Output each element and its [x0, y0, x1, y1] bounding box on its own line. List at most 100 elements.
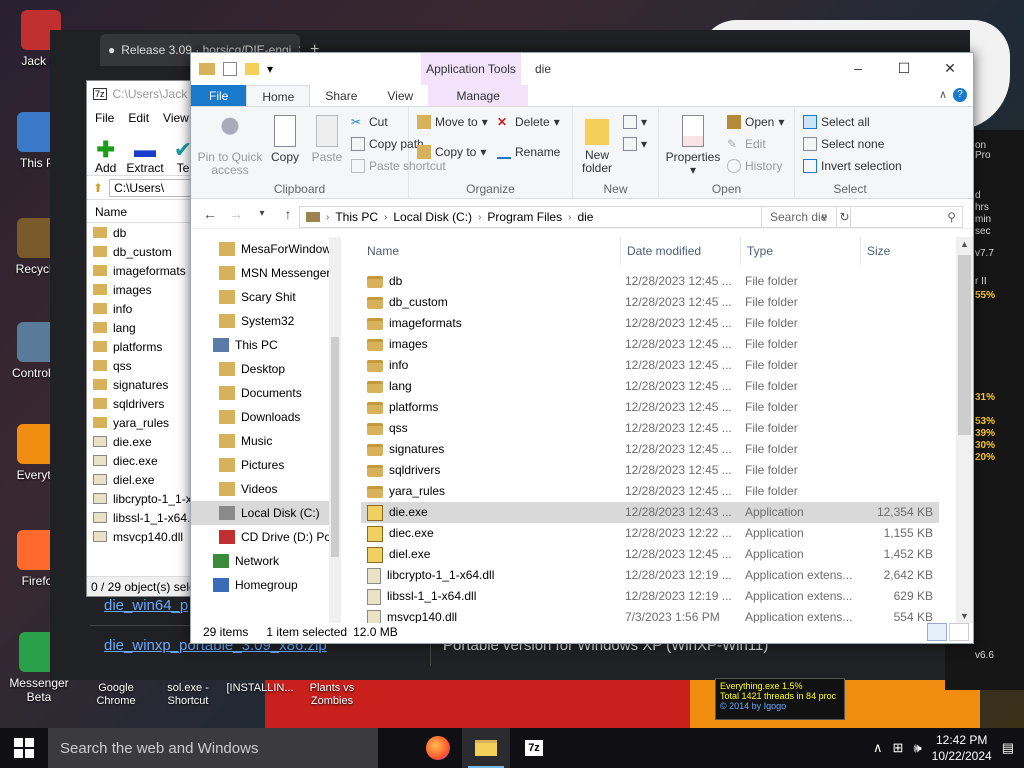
nav-item[interactable]: Videos	[191, 477, 341, 501]
breadcrumb-die[interactable]: die	[577, 210, 593, 224]
tab-manage[interactable]: Manage	[428, 85, 529, 106]
network-icon[interactable]: ⊞	[893, 740, 904, 756]
maximize-button[interactable]: ☐	[881, 53, 927, 85]
nav-item[interactable]: Desktop	[191, 357, 341, 381]
up-arrow-icon[interactable]: ↑	[279, 206, 297, 222]
minimize-button[interactable]: –	[835, 53, 881, 85]
nav-item[interactable]: MSN Messenger	[191, 261, 341, 285]
rename-button[interactable]: Rename	[497, 145, 560, 159]
ribbon-collapse-icon[interactable]: ∧	[939, 88, 947, 101]
recent-chevron-icon[interactable]: ▾	[253, 208, 271, 219]
breadcrumb-this-pc[interactable]: This PC	[335, 210, 378, 224]
new-folder-button[interactable]: New folder	[577, 115, 617, 175]
scroll-up-icon[interactable]: ▲	[960, 239, 969, 249]
tab-home[interactable]: Home	[246, 85, 311, 106]
history-button[interactable]: History	[727, 159, 782, 173]
taskbar-file-explorer[interactable]	[462, 728, 510, 768]
taskbar-firefox[interactable]	[414, 728, 462, 768]
nav-item[interactable]: CD Drive (D:) Po	[191, 525, 341, 549]
table-row[interactable]: qss 12/28/2023 12:45 ... File folder	[361, 418, 939, 439]
scroll-down-icon[interactable]: ▼	[960, 611, 969, 621]
search-input[interactable]: Search die ⚲	[761, 206, 963, 228]
table-row[interactable]: platforms 12/28/2023 12:45 ... File folder	[361, 397, 939, 418]
desktop-icon[interactable]: Plants vs Zombies	[296, 682, 368, 708]
column-header-size[interactable]: Size	[861, 237, 939, 265]
forward-arrow-icon[interactable]: →	[227, 206, 245, 222]
tab-share[interactable]: Share	[310, 85, 372, 106]
table-row[interactable]: info 12/28/2023 12:45 ... File folder	[361, 355, 939, 376]
copy-to-button[interactable]: Copy to ▾	[417, 145, 486, 159]
delete-button[interactable]: ✕ Delete ▾	[497, 115, 560, 129]
nav-item[interactable]: Pictures	[191, 453, 341, 477]
nav-item[interactable]: Downloads	[191, 405, 341, 429]
new-item-button[interactable]: ▾	[623, 115, 647, 129]
desktop-icon[interactable]: [INSTALLIN...	[224, 682, 296, 695]
new-folder-qat-icon[interactable]	[245, 63, 259, 75]
select-all-button[interactable]: Select all	[803, 115, 870, 129]
taskbar-7zip[interactable]: 7z	[510, 728, 558, 768]
select-none-button[interactable]: Select none	[803, 137, 884, 151]
open-button[interactable]: Open ▾	[727, 115, 784, 129]
nav-item[interactable]: Scary Shit	[191, 285, 341, 309]
nav-item[interactable]: Local Disk (C:)	[191, 501, 341, 525]
desktop-icon[interactable]: Google Chrome	[80, 682, 152, 708]
table-row[interactable]: libcrypto-1_1-x64.dll 12/28/2023 12:19 ..…	[361, 565, 939, 586]
taskbar-search[interactable]: Search the web and Windows	[48, 728, 378, 768]
properties-button[interactable]: Properties ▾	[663, 115, 723, 177]
start-button[interactable]	[0, 728, 48, 768]
table-row[interactable]: db 12/28/2023 12:45 ... File folder	[361, 271, 939, 292]
tab-file[interactable]: File	[191, 85, 247, 106]
table-row[interactable]: imageformats 12/28/2023 12:45 ... File fol…	[361, 313, 939, 334]
table-row[interactable]: signatures 12/28/2023 12:45 ... File folde…	[361, 439, 939, 460]
volume-icon[interactable]: 🕪	[913, 740, 921, 756]
close-button[interactable]: ✕	[927, 53, 973, 85]
properties-qat-icon[interactable]	[223, 62, 237, 76]
details-view-icon[interactable]	[927, 623, 947, 641]
menu-edit[interactable]: Edit	[128, 111, 149, 125]
breadcrumb-local-disk[interactable]: Local Disk (C:)	[393, 210, 472, 224]
tab-view[interactable]: View	[372, 85, 428, 106]
navigation-pane-scrollbar[interactable]	[329, 237, 341, 623]
table-row[interactable]: sqldrivers 12/28/2023 12:45 ... File folde…	[361, 460, 939, 481]
desktop-icon[interactable]: sol.exe - Shortcut	[152, 682, 224, 708]
nav-item[interactable]: This PC	[191, 333, 341, 357]
notifications-icon[interactable]: ▤	[1002, 740, 1014, 756]
cut-button[interactable]: ✂ Cut	[351, 115, 388, 129]
table-row[interactable]: lang 12/28/2023 12:45 ... File folder	[361, 376, 939, 397]
table-row[interactable]: diel.exe 12/28/2023 12:45 ... Application 1…	[361, 544, 939, 565]
move-to-button[interactable]: Move to ▾	[417, 115, 488, 129]
table-row[interactable]: die.exe 12/28/2023 12:43 ... Application 12…	[361, 502, 939, 523]
column-header-name[interactable]: Name	[361, 237, 621, 265]
table-row[interactable]: libssl-1_1-x64.dll 12/28/2023 12:19 ... Ap…	[361, 586, 939, 607]
file-list-scrollbar[interactable]: ▲ ▼	[956, 237, 973, 623]
scroll-thumb[interactable]	[958, 255, 971, 435]
nav-item[interactable]: Network	[191, 549, 341, 573]
nav-item[interactable]: System32	[191, 309, 341, 333]
nav-item[interactable]: Music	[191, 429, 341, 453]
add-button[interactable]: ✚ Add	[95, 139, 116, 176]
large-icons-view-icon[interactable]	[949, 623, 969, 641]
nav-item[interactable]: Documents	[191, 381, 341, 405]
menu-file[interactable]: File	[95, 111, 114, 125]
back-arrow-icon[interactable]: ←	[201, 206, 219, 222]
qat-dropdown-icon[interactable]: ▾	[267, 62, 273, 76]
copy-button[interactable]: Copy	[267, 115, 303, 164]
extract-button[interactable]: ▬ Extract	[126, 139, 163, 176]
invert-selection-button[interactable]: Invert selection	[803, 159, 902, 173]
up-folder-icon[interactable]: ⬆	[93, 181, 103, 195]
nav-item[interactable]: MesaForWindow	[191, 237, 341, 261]
clock[interactable]: 12:42 PM 10/22/2024	[932, 732, 992, 764]
nav-item[interactable]: Homegroup	[191, 573, 341, 597]
pin-quick-access-button[interactable]: Pin to Quick access	[195, 115, 265, 177]
edit-button[interactable]: ✎ Edit	[727, 137, 766, 151]
table-row[interactable]: images 12/28/2023 12:45 ... File folder	[361, 334, 939, 355]
breadcrumb-program-files[interactable]: Program Files	[487, 210, 562, 224]
table-row[interactable]: diec.exe 12/28/2023 12:22 ... Application 1…	[361, 523, 939, 544]
table-row[interactable]: yara_rules 12/28/2023 12:45 ... File folde…	[361, 481, 939, 502]
help-icon[interactable]: ?	[953, 88, 967, 102]
menu-view[interactable]: View	[163, 111, 189, 125]
scroll-thumb[interactable]	[331, 337, 339, 557]
easy-access-button[interactable]: ▾	[623, 137, 647, 151]
table-row[interactable]: db_custom 12/28/2023 12:45 ... File folder	[361, 292, 939, 313]
tray-expand-icon[interactable]: ∧	[873, 740, 883, 756]
